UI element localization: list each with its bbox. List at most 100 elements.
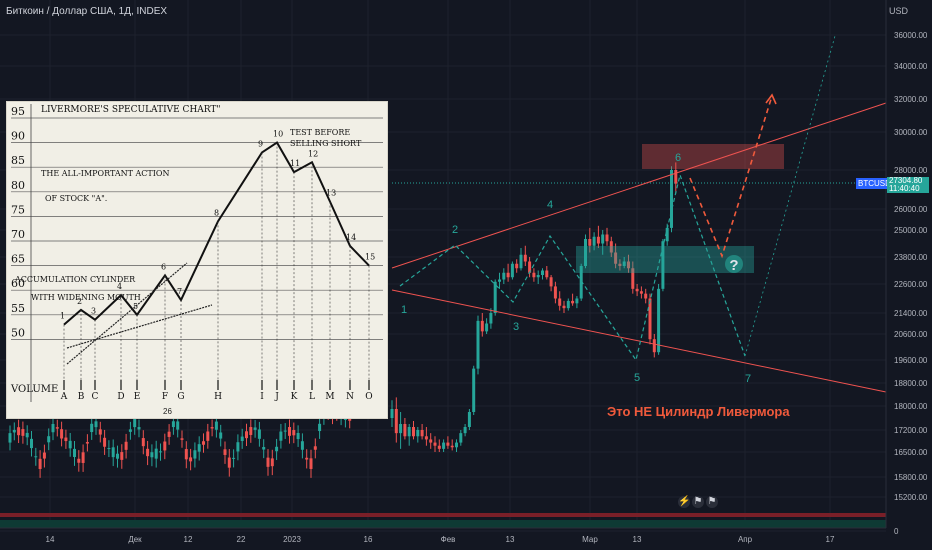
inset-title: LIVERMORE'S SPECULATIVE CHART"	[41, 105, 221, 115]
price-tick-label: 34000.00	[894, 62, 928, 71]
candle-body	[437, 445, 441, 449]
candle-body	[588, 239, 592, 246]
inset-y-tick: 95	[11, 105, 25, 118]
wave-label: 5	[634, 372, 640, 384]
inset-point-label: 6	[161, 262, 166, 271]
candle-body	[652, 339, 656, 353]
symbol-title[interactable]: Биткоин / Доллар США, 1Д, INDEX	[6, 6, 167, 17]
candle-body	[407, 427, 411, 437]
time-tick-label: 13	[506, 535, 515, 544]
candle-body	[197, 444, 201, 452]
candle-body	[206, 431, 210, 441]
candle-body	[159, 451, 162, 453]
inset-y-tick: 90	[11, 130, 25, 143]
volume-bar	[0, 520, 886, 528]
candle-body	[442, 442, 446, 449]
candle-body	[141, 438, 145, 447]
candle-body	[300, 441, 304, 450]
candle-body	[424, 436, 428, 440]
candle-body	[476, 320, 480, 369]
price-tick-label: 25000.00	[894, 226, 928, 235]
price-tick-label: 22600.00	[894, 280, 928, 289]
inset-y-tick: 75	[11, 203, 25, 216]
price-tick-label: 21400.00	[894, 309, 928, 318]
candle-body	[648, 298, 652, 340]
chart-caption: Это НЕ Цилиндр Ливермора	[607, 404, 790, 419]
candle-body	[167, 431, 171, 437]
candle-body	[210, 427, 214, 429]
flash-icon[interactable]: ⚡	[678, 496, 690, 508]
flag-icon[interactable]: ⚑	[706, 496, 718, 508]
candle-body	[674, 170, 678, 184]
candle-body	[403, 424, 407, 437]
candle-body	[81, 452, 85, 463]
candle-body	[571, 300, 575, 304]
inset-point-label: 13	[326, 189, 336, 198]
inset-point-label: 9	[258, 139, 263, 148]
flag-icon[interactable]: ⚑	[692, 496, 704, 508]
candle-body	[480, 320, 484, 332]
drawing-overlays[interactable]: 1 2 3 4 5 6 7?	[391, 35, 887, 393]
candle-body	[639, 291, 643, 294]
wave-label: 1	[401, 304, 407, 316]
candle-body	[485, 323, 489, 332]
price-tick-label: 18800.00	[894, 379, 928, 388]
inset-note: THE ALL-IMPORTANT ACTION	[41, 169, 169, 178]
inset-x-label: L	[309, 392, 315, 402]
price-tick-label: 18000.00	[894, 402, 928, 411]
status-icons[interactable]: ⚡ ⚑ ⚑	[678, 496, 720, 508]
inset-y-tick: 50	[11, 326, 25, 339]
candle-body	[523, 254, 527, 262]
candle-body	[467, 412, 471, 427]
time-axis[interactable]: 14 Дек 12 22 2023 16 Фев 13 Мар 13 Апр 17	[0, 527, 886, 544]
inset-x-label: K	[291, 392, 298, 402]
time-tick-label: Мар	[582, 535, 598, 544]
candle-body	[85, 442, 89, 444]
price-axis[interactable]: 36000.00 34000.00 32000.00 30000.00 28000.00…	[885, 0, 928, 536]
candle-body	[262, 447, 266, 450]
candle-body	[596, 236, 600, 244]
candle-body	[240, 436, 244, 441]
candle-body	[55, 427, 59, 429]
inset-point-label: 2	[77, 297, 82, 306]
candle-body	[111, 447, 115, 458]
inset-point-label: 4	[117, 282, 122, 291]
resistance-zone	[642, 144, 784, 169]
inset-x-label: H	[214, 392, 222, 402]
candle-body	[275, 446, 279, 452]
candle-body	[463, 427, 467, 434]
candle-body	[394, 409, 398, 434]
candle-body	[545, 270, 549, 278]
candle-body	[472, 368, 476, 412]
candle-body	[25, 432, 29, 438]
wave-label: 6	[675, 152, 681, 164]
candle-body	[510, 263, 514, 278]
candle-body	[189, 457, 193, 462]
chart-stage[interactable]: 1 2 3 4 5 6 7? 36000.00 34000.00 32000.00 30000.0…	[0, 0, 932, 550]
time-tick-label: 14	[46, 535, 55, 544]
price-tick-label: 0	[894, 527, 899, 536]
price-tick-label: 15200.00	[894, 493, 928, 502]
wave-label: 3	[513, 321, 519, 333]
price-tick-label: 30000.00	[894, 128, 928, 137]
candle-body	[562, 305, 566, 309]
candle-body	[489, 313, 493, 324]
candle-body	[515, 263, 519, 269]
candle-body	[227, 457, 231, 468]
candle-body	[296, 432, 300, 440]
candle-body	[12, 429, 16, 433]
inset-x-label: E	[134, 392, 141, 402]
time-tick-label: Апр	[738, 535, 753, 544]
candle-body	[635, 288, 639, 292]
candle-body	[498, 279, 501, 282]
inset-y-tick: 85	[11, 154, 25, 167]
inset-x-label: M	[325, 392, 334, 402]
currency-label: USD	[888, 6, 908, 16]
candle-body	[283, 430, 287, 432]
candle-body	[502, 272, 506, 280]
candle-body	[47, 436, 51, 443]
candle-body	[420, 430, 424, 437]
candle-body	[519, 254, 523, 269]
inset-point-label: 1	[60, 312, 65, 321]
candle-body	[21, 429, 25, 436]
